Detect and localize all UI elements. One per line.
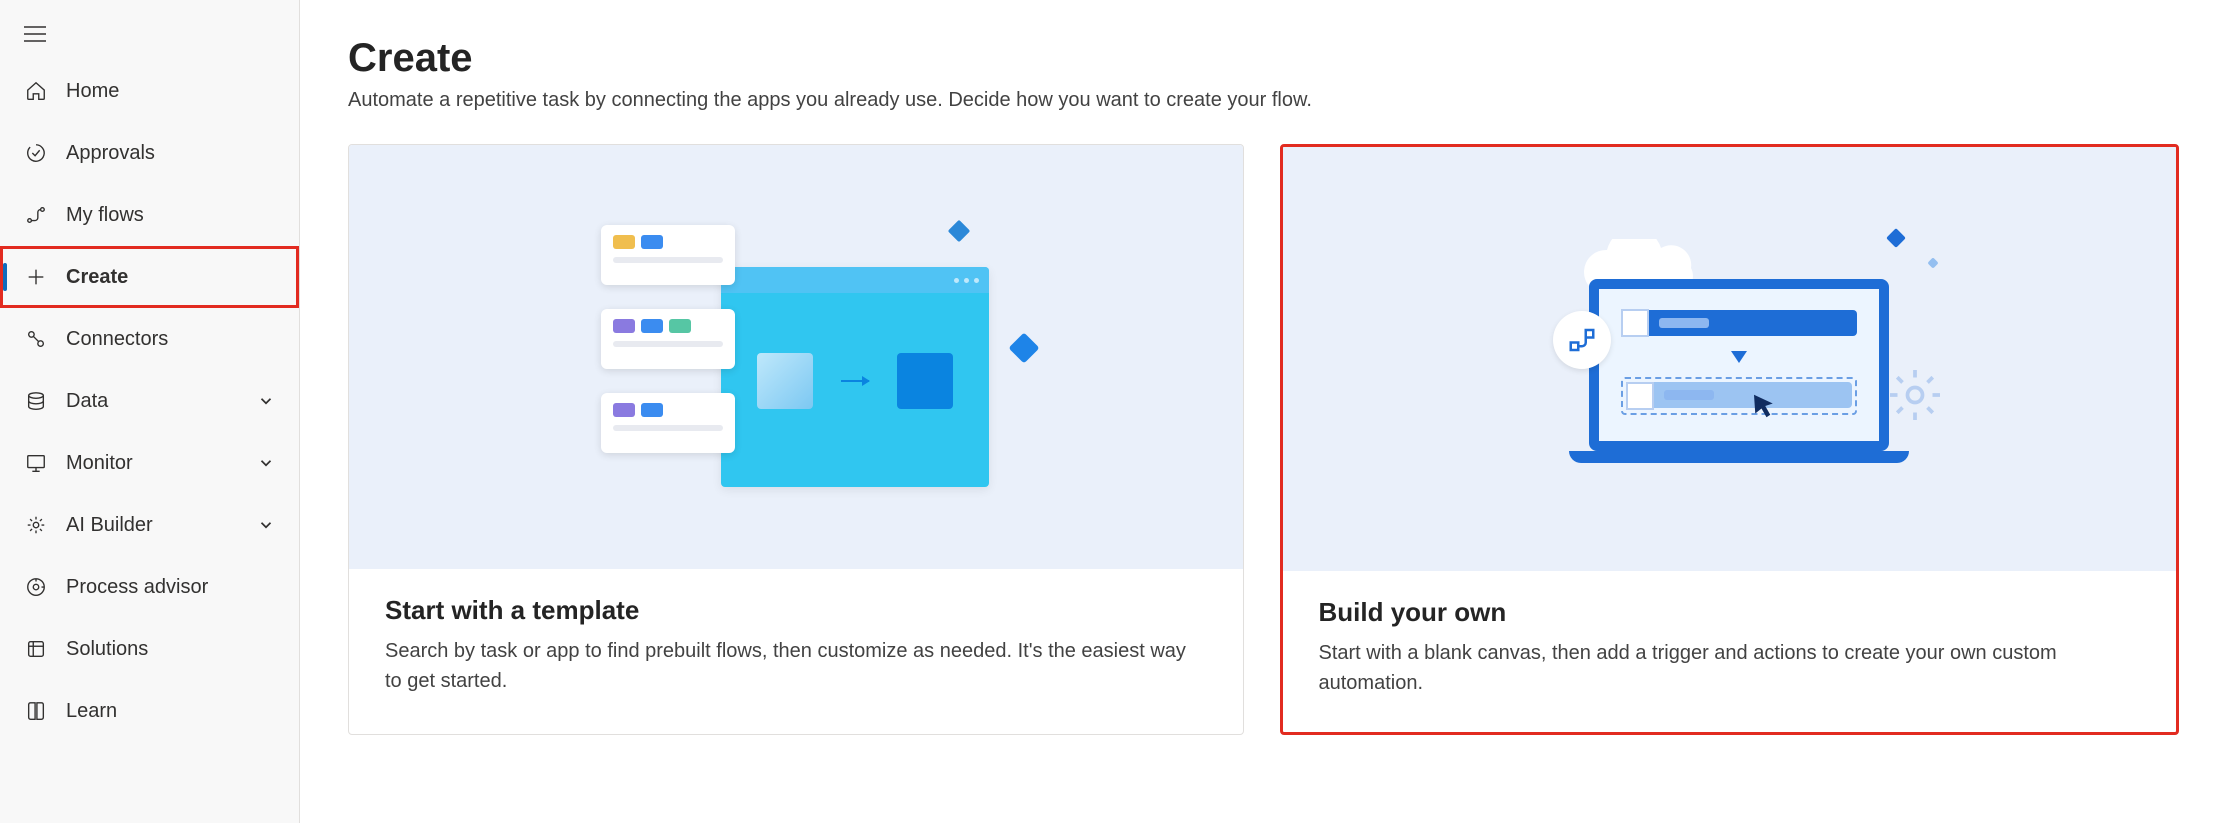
card-title: Build your own: [1319, 597, 2141, 628]
sidebar-item-label: Data: [66, 390, 239, 413]
gear-icon: [1885, 365, 1945, 425]
sidebar-item-home[interactable]: Home: [0, 60, 299, 122]
sidebar-item-data[interactable]: Data: [0, 370, 299, 432]
card-build-your-own[interactable]: Build your own Start with a blank canvas…: [1280, 144, 2180, 735]
page-title: Create: [348, 36, 2179, 81]
cursor-icon: [1749, 391, 1779, 421]
sidebar-item-label: Monitor: [66, 452, 239, 475]
card-start-with-template[interactable]: Start with a template Search by task or …: [348, 144, 1244, 735]
monitor-icon: [24, 451, 48, 475]
sidebar-item-ai-builder[interactable]: AI Builder: [0, 494, 299, 556]
page-subtitle: Automate a repetitive task by connecting…: [348, 89, 2179, 112]
process-icon: [24, 575, 48, 599]
sidebar-item-label: Connectors: [66, 328, 275, 351]
main-content: Create Automate a repetitive task by con…: [300, 0, 2227, 823]
card-title: Start with a template: [385, 595, 1207, 626]
card-body: Start with a template Search by task or …: [349, 569, 1243, 730]
sidebar-item-label: Home: [66, 80, 275, 103]
sidebar-item-label: My flows: [66, 204, 275, 227]
sidebar-item-label: Create: [66, 266, 272, 289]
card-description: Start with a blank canvas, then add a tr…: [1319, 638, 2141, 698]
sidebar: Home Approvals My flows Create Connector…: [0, 0, 300, 823]
approvals-icon: [24, 141, 48, 165]
solutions-icon: [24, 637, 48, 661]
card-description: Search by task or app to find prebuilt f…: [385, 636, 1207, 696]
chevron-down-icon: [257, 392, 275, 410]
sidebar-item-approvals[interactable]: Approvals: [0, 122, 299, 184]
sidebar-item-my-flows[interactable]: My flows: [0, 184, 299, 246]
card-row: Start with a template Search by task or …: [348, 144, 2179, 735]
sidebar-item-connectors[interactable]: Connectors: [0, 308, 299, 370]
hamburger-button[interactable]: [0, 8, 299, 60]
chevron-down-icon: [257, 516, 275, 534]
card-hero-illustration: [1283, 147, 2177, 571]
home-icon: [24, 79, 48, 103]
sidebar-item-label: Learn: [66, 700, 275, 723]
sidebar-item-create[interactable]: Create: [0, 246, 299, 308]
sidebar-item-learn[interactable]: Learn: [0, 680, 299, 742]
sidebar-item-label: AI Builder: [66, 514, 239, 537]
book-icon: [24, 699, 48, 723]
plus-icon: [24, 265, 48, 289]
sidebar-item-label: Approvals: [66, 142, 275, 165]
flow-icon: [24, 203, 48, 227]
sidebar-item-monitor[interactable]: Monitor: [0, 432, 299, 494]
card-body: Build your own Start with a blank canvas…: [1283, 571, 2177, 732]
sidebar-item-process-advisor[interactable]: Process advisor: [0, 556, 299, 618]
data-icon: [24, 389, 48, 413]
ai-icon: [24, 513, 48, 537]
hamburger-icon: [24, 25, 46, 43]
connectors-icon: [24, 327, 48, 351]
card-hero-illustration: [349, 145, 1243, 569]
chevron-down-icon: [257, 454, 275, 472]
branch-icon: [1553, 311, 1611, 369]
sidebar-item-solutions[interactable]: Solutions: [0, 618, 299, 680]
sidebar-item-label: Solutions: [66, 638, 275, 661]
sidebar-item-label: Process advisor: [66, 576, 275, 599]
